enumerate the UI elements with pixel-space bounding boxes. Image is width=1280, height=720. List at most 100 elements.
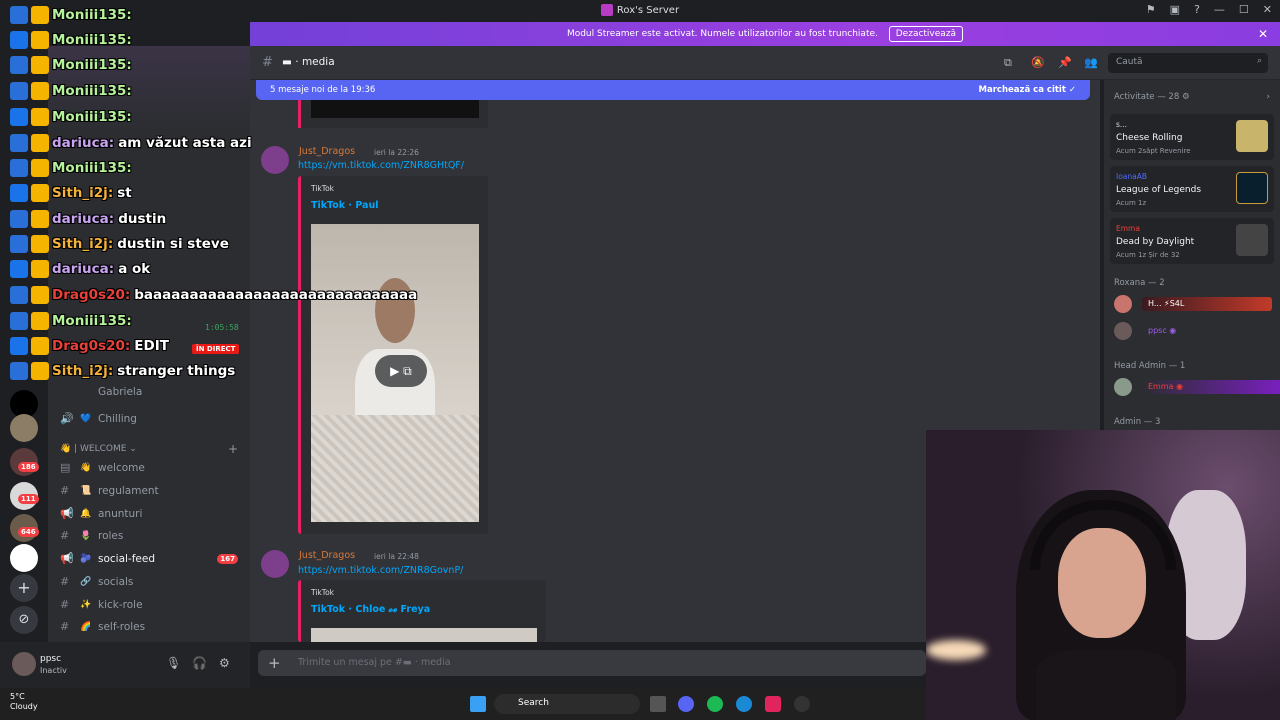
screen-icon[interactable]: ▣ (1170, 3, 1180, 16)
settings-icon[interactable]: ⚙ (219, 656, 230, 670)
channel-label: regulament (98, 485, 159, 497)
members-icon[interactable]: 👥 (1084, 56, 1098, 69)
channel-regulament[interactable]: # 📜 regulament (48, 481, 250, 501)
weather-text: Cloudy (10, 702, 38, 711)
message-link[interactable]: https://vm.tiktok.com/ZNR8GHtQF/ (298, 160, 464, 171)
channel-emoji: 🔗 (80, 577, 92, 587)
channel-title-text: media (301, 56, 335, 68)
inbox-icon[interactable]: ⚑ (1146, 3, 1156, 16)
category-welcome[interactable]: 👋 | WELCOME ⌄ (60, 444, 137, 454)
avatar[interactable] (261, 146, 289, 174)
channel-emoji: 👋 (80, 463, 92, 473)
taskbar-search[interactable]: Search (494, 694, 640, 714)
channel-sidebar: 1:05:58 ÎN DIRECT Gabriela 🔊 💙 Chilling 👋 … (48, 46, 250, 642)
user-status: Inactiv (40, 666, 67, 675)
megaphone-icon: 📢 (60, 552, 74, 565)
task-view-icon[interactable] (650, 696, 666, 712)
member-item[interactable]: ppsc ◉ (1112, 320, 1276, 342)
obs-icon[interactable] (794, 696, 810, 712)
voice-user[interactable]: Gabriela (48, 382, 250, 402)
activity-card[interactable]: s... Cheese Rolling Acum 2săpt Revenire (1110, 114, 1274, 160)
server-logo-icon (600, 4, 613, 16)
add-channel-icon[interactable]: + (228, 442, 238, 456)
channel-label: roles (98, 530, 124, 542)
hash-icon: # (60, 575, 70, 588)
pin-icon[interactable]: 📌 (1058, 56, 1072, 69)
video-thumbnail[interactable] (311, 628, 537, 642)
channel-roles[interactable]: # 🌷 roles (48, 526, 250, 546)
edge-icon[interactable] (736, 696, 752, 712)
hash-icon: # (60, 529, 70, 542)
activity-card[interactable]: IoanaAB League of Legends Acum 1z (1110, 166, 1274, 212)
channel-emoji: 📜 (80, 486, 92, 496)
minimize-icon[interactable]: — (1214, 3, 1225, 16)
member-name-text: H... (1148, 299, 1162, 308)
activity-game: League of Legends (1116, 185, 1202, 195)
avatar[interactable] (261, 550, 289, 578)
message-author[interactable]: Just_Dragos (299, 146, 355, 157)
add-server-icon[interactable]: + (10, 574, 38, 602)
avatar[interactable] (12, 652, 36, 676)
channel-welcome[interactable]: ▤ 👋 welcome (48, 458, 250, 478)
taskbar-search-label: Search (518, 698, 549, 708)
activity-user: Emma (1116, 224, 1140, 233)
threads-icon[interactable]: ⧉ (1004, 56, 1012, 70)
discord-icon[interactable] (678, 696, 694, 712)
speaker-icon: 🔊 (60, 412, 74, 425)
spotify-icon[interactable] (707, 696, 723, 712)
mark-read-button[interactable]: Marchează ca citit ✓ (979, 80, 1076, 100)
server-badge: 186 (18, 462, 39, 472)
new-messages-bar[interactable]: 5 mesaje noi de la 19:36 Marchează ca ci… (256, 80, 1090, 100)
message-link[interactable]: https://vm.tiktok.com/ZNR8GovnP/ (298, 565, 463, 576)
windows-start-icon[interactable] (470, 696, 486, 712)
member-item[interactable]: H... ⚡S4L (1112, 293, 1276, 315)
channel-self-roles[interactable]: # 🌈 self-roles (48, 617, 250, 637)
embed-title[interactable]: TikTok · Chloe 𝓸𝓮 Freya (311, 604, 430, 615)
channel-emoji: 🌈 (80, 622, 92, 632)
channel-label: self-roles (98, 621, 146, 633)
attach-plus-icon[interactable]: + (268, 654, 281, 672)
weather-widget[interactable]: 5°C Cloudy (10, 692, 38, 712)
chevron-right-icon[interactable]: › (1266, 92, 1270, 102)
channel-social-feed[interactable]: 📢 🫐 social-feed 167 (48, 549, 250, 569)
channel-emoji: 🔔 (80, 509, 92, 519)
search-placeholder: Caută (1116, 57, 1143, 67)
notification-bell-icon[interactable]: 🔕 (1031, 56, 1045, 69)
activity-title-text: Activitate — 28 (1114, 92, 1180, 102)
search-input[interactable]: Caută ⌕ (1108, 53, 1268, 73)
stream-timer: 1:05:58 (205, 323, 239, 332)
channel-kick-role[interactable]: # ✨ kick-role (48, 595, 250, 615)
activity-title: Activitate — 28 ⚙ (1114, 92, 1190, 102)
role-header: Roxana — 2 (1114, 278, 1165, 288)
microphone-icon[interactable]: 🎙 (166, 656, 181, 670)
avatar (1114, 322, 1132, 340)
channel-anunturi[interactable]: 📢 🔔 anunturi (48, 504, 250, 524)
banner-close-icon[interactable]: ✕ (1258, 22, 1268, 46)
channel-chilling[interactable]: 🔊 💙 Chilling (48, 409, 250, 429)
channel-label: welcome (98, 462, 145, 474)
help-icon[interactable]: ? (1194, 3, 1200, 16)
message-author[interactable]: Just_Dragos (299, 550, 355, 561)
member-name-text: ppsc (1148, 326, 1167, 335)
message-composer[interactable]: + Trimite un mesaj pe #▬ · media (258, 650, 926, 676)
weather-temp: 5°C (10, 692, 25, 701)
app-icon[interactable] (765, 696, 781, 712)
video-thumbnail[interactable]: ▶ ⧉ (311, 224, 479, 522)
channel-emoji: 🫐 (80, 554, 92, 564)
embed-source: TikTok (311, 184, 335, 193)
play-button-icon[interactable]: ▶ ⧉ (374, 355, 427, 388)
discover-icon[interactable]: ⊘ (10, 606, 38, 634)
server-icon[interactable] (10, 414, 38, 442)
disable-streamer-button[interactable]: Dezactivează (888, 26, 964, 42)
channel-socials[interactable]: # 🔗 socials (48, 572, 250, 592)
server-badge: 111 (18, 494, 39, 504)
embed-title[interactable]: TikTok · Paul (311, 200, 378, 211)
activity-card[interactable]: Emma Dead by Daylight Acum 1z Șir de 32 (1110, 218, 1274, 264)
member-item[interactable]: Emma ◉ (1112, 376, 1280, 398)
maximize-icon[interactable]: ☐ (1239, 3, 1249, 16)
title-icons: ⚑ ▣ ? — ☐ ✕ (1146, 3, 1272, 16)
headphones-icon[interactable]: 🎧 (192, 656, 207, 670)
server-icon[interactable] (10, 544, 38, 572)
thumb-head (374, 277, 416, 344)
close-icon[interactable]: ✕ (1263, 3, 1272, 16)
